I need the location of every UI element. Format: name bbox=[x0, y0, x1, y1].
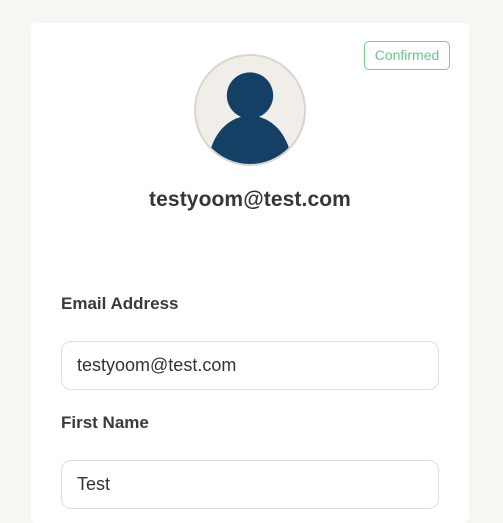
email-address-label: Email Address bbox=[61, 294, 179, 313]
first-name-label: First Name bbox=[61, 413, 149, 432]
profile-card: Confirmed testyoom@test.com Email Addres… bbox=[31, 23, 469, 523]
email-address-input[interactable] bbox=[61, 341, 439, 390]
user-silhouette-icon bbox=[207, 72, 293, 164]
profile-email-heading: testyoom@test.com bbox=[149, 188, 351, 211]
first-name-input[interactable] bbox=[61, 460, 439, 509]
avatar bbox=[194, 54, 306, 166]
status-badge: Confirmed bbox=[364, 41, 450, 70]
